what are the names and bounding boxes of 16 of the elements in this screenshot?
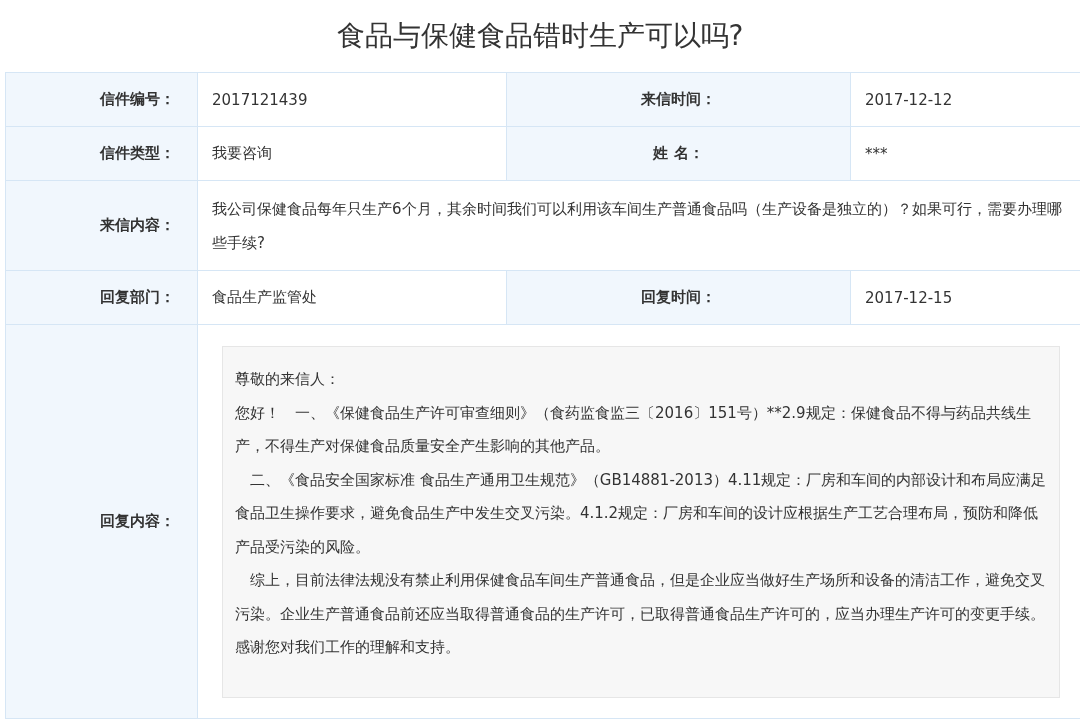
- field-label: 来信时间：: [507, 73, 851, 127]
- field-label: 信件编号：: [6, 73, 198, 127]
- reply-paragraph: 尊敬的来信人：: [235, 369, 341, 390]
- reply-paragraph: 综上，目前法律法规没有禁止利用保健食品车间生产普通食品，但是企业应当做好生产场所和设备的清洁工作，避免交叉污染。企业生产普通食品前还应当取得普通食品的生产许可，已取得普通食品生产许可的，应当办理生产许可的变更手续。感谢您对我们工作的理解和支持。: [235, 570, 1046, 658]
- reply-paragraph: 您好！ 一、《保健食品生产许可审查细则》（食药监食监三〔2016〕151号）**2.9规定：保健食品不得与药品共线生产，不得生产对保健食品质量安全产生影响的其他产品。: [235, 402, 1032, 457]
- field-label: 回复时间：: [507, 271, 851, 325]
- field-label: 姓 名：: [507, 127, 851, 181]
- field-value: 2017-12-12: [851, 73, 1080, 127]
- field-value: ***: [851, 127, 1080, 181]
- field-label: 来信内容：: [6, 181, 198, 271]
- field-label: 信件类型：: [6, 127, 198, 181]
- reply-paragraph: 二、《食品安全国家标准 食品生产通用卫生规范》（GB14881-2013）4.11规定：厂房和车间的内部设计和布局应满足食品卫生操作要求，避免食品生产中发生交叉污染。4.1.2规定：厂房和车间的设计应根据生产工艺合理布局，预防和降低产品受污染的风险。: [235, 469, 1048, 558]
- page-title: 食品与保健食品错时生产可以吗?: [335, 18, 745, 54]
- field-label: 回复内容：: [6, 325, 198, 719]
- field-label: 回复部门：: [6, 271, 198, 325]
- field-value: 2017-12-15: [851, 271, 1080, 325]
